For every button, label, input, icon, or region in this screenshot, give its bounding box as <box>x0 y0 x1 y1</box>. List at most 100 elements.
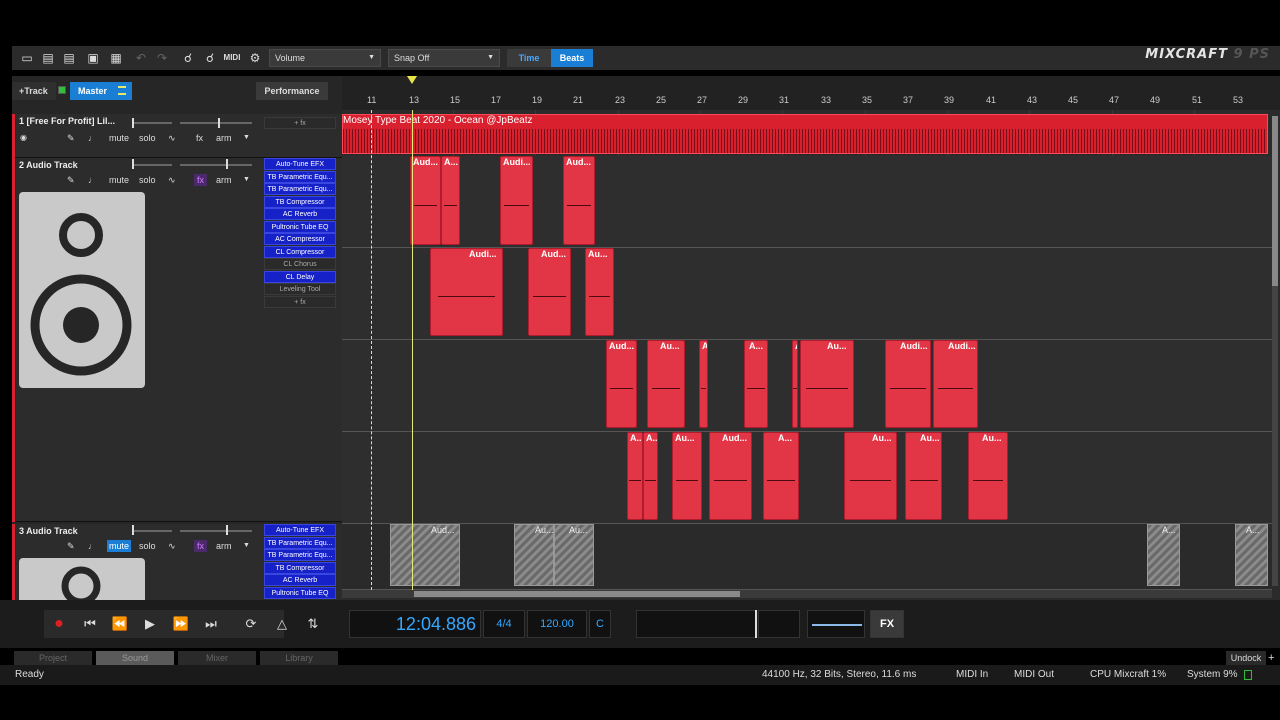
master-menu-icon[interactable] <box>118 86 126 95</box>
track-1-volume-slider[interactable] <box>132 122 172 124</box>
audio-clip[interactable]: Au... <box>672 432 702 520</box>
settings-gear-icon[interactable]: ⚙ <box>246 49 264 67</box>
track-3-name[interactable]: 3 Audio Track <box>19 526 78 536</box>
master-fx-button[interactable]: FX <box>870 610 904 638</box>
audio-clip[interactable]: Au... <box>844 432 897 520</box>
audio-clip[interactable]: Au... <box>905 432 942 520</box>
audio-clip[interactable]: Au... <box>800 340 854 428</box>
midi-out-indicator[interactable]: MIDI Out <box>1014 669 1054 680</box>
record-icon[interactable]: ● <box>48 613 70 635</box>
track-1-name[interactable]: 1 [Free For Profit] Lil... <box>19 116 115 126</box>
open-folder-icon[interactable]: ▤ <box>39 49 57 67</box>
loop-icon[interactable]: ⟳ <box>240 613 262 635</box>
playhead-marker-icon[interactable] <box>407 76 417 84</box>
pencil-icon[interactable]: ✎ <box>67 174 75 186</box>
add-panel-icon[interactable]: + <box>1268 651 1278 665</box>
fx-slot[interactable]: TB Parametric Equ... <box>264 183 336 195</box>
pencil-icon[interactable]: ✎ <box>67 132 75 144</box>
audio-clip[interactable]: A <box>699 340 708 428</box>
fx-slot[interactable]: CL Chorus <box>264 258 336 270</box>
speaker-icon[interactable]: ♩ <box>88 174 97 186</box>
fx-slot[interactable]: TB Parametric Equ... <box>264 536 336 549</box>
audio-clip[interactable]: A... <box>763 432 799 520</box>
track-2-mute-button[interactable]: mute <box>109 174 129 186</box>
timeline-ruler[interactable]: 11 13 15 17 19 21 23 25 27 29 31 33 35 3… <box>342 76 1280 110</box>
fx-slot[interactable]: AC Compressor <box>264 233 336 245</box>
horizontal-scrollbar[interactable] <box>342 590 1272 598</box>
track-2-add-fx[interactable]: + fx <box>264 295 336 308</box>
tab-library[interactable]: Library <box>260 651 338 665</box>
midi-icon[interactable]: MIDI <box>223 49 241 67</box>
track-1-header[interactable]: 1 [Free For Profit] Lil... ◉ ✎ ♩ mute so… <box>12 114 342 158</box>
audio-clip[interactable]: A... <box>627 432 643 520</box>
track-2-lane-4[interactable] <box>342 432 1272 524</box>
audio-clip[interactable]: A... <box>744 340 768 428</box>
master-volume-slider[interactable] <box>807 610 865 638</box>
track-2-volume-knob[interactable] <box>132 159 134 169</box>
time-display[interactable]: 12:04.886 <box>349 610 481 638</box>
audio-clip[interactable]: Aud... <box>563 156 595 245</box>
open-recent-icon[interactable]: ▤ <box>60 49 78 67</box>
automation-icon[interactable]: ∿ <box>168 132 176 144</box>
track-1-mute-button[interactable]: mute <box>109 132 129 144</box>
audio-clip[interactable]: A <box>792 340 798 428</box>
fx-slot[interactable]: TB Compressor <box>264 561 336 574</box>
fast-forward-icon[interactable]: ⏩ <box>170 613 192 635</box>
rewind-icon[interactable]: ⏪ <box>109 613 131 635</box>
track-1-fx-button[interactable]: fx <box>196 132 203 144</box>
audio-clip[interactable]: Audi... <box>500 156 533 245</box>
audio-clip[interactable]: A... <box>441 156 460 245</box>
track-2-fx-button[interactable]: fx <box>194 174 208 186</box>
track-2-name[interactable]: 2 Audio Track <box>19 160 78 170</box>
fx-slot[interactable]: TB Compressor <box>264 195 336 208</box>
snap-dropdown[interactable]: Snap Off ▼ <box>388 49 500 67</box>
track-2-header[interactable]: 2 Audio Track ✎ ♩ mute solo ∿ fx arm ▼ A… <box>12 158 342 522</box>
zoom-in-icon[interactable]: ☌ <box>179 49 197 67</box>
track-3-header[interactable]: 3 Audio Track ✎ ♩ mute solo ∿ fx arm ▼ A… <box>12 524 342 606</box>
lock-icon[interactable]: ◉ <box>20 132 27 144</box>
performance-button[interactable]: Performance <box>256 82 328 100</box>
play-icon[interactable]: ▶ <box>139 613 161 635</box>
snapshot-icon[interactable]: ▦ <box>107 49 125 67</box>
horizontal-scrollbar-thumb[interactable] <box>414 591 740 597</box>
audio-clip[interactable]: Audi... <box>885 340 931 428</box>
fx-slot[interactable]: Auto-Tune EFX <box>264 524 336 536</box>
tab-mixer[interactable]: Mixer <box>178 651 256 665</box>
track-3-fx-button[interactable]: fx <box>194 540 208 552</box>
audio-clip[interactable]: Au... <box>647 340 685 428</box>
undock-button[interactable]: Undock <box>1226 651 1266 665</box>
audio-clip[interactable]: Audi... <box>933 340 978 428</box>
audio-clip[interactable]: Audi... <box>430 248 503 336</box>
audio-clip[interactable]: Aud... <box>709 432 752 520</box>
undo-icon[interactable]: ↶ <box>132 49 150 67</box>
track-3-volume-slider[interactable] <box>132 530 172 532</box>
new-file-icon[interactable]: ▭ <box>18 49 36 67</box>
track-2-solo-button[interactable]: solo <box>139 174 156 186</box>
track-2-volume-slider[interactable] <box>132 164 172 166</box>
fx-slot[interactable]: AC Reverb <box>264 208 336 220</box>
add-track-button[interactable]: +Track <box>12 82 56 100</box>
audio-clip[interactable]: Au... <box>585 248 614 336</box>
track-3-pan-knob[interactable] <box>226 525 228 535</box>
fx-slot[interactable]: CL Delay <box>264 270 336 283</box>
fx-slot[interactable]: Leveling Tool <box>264 283 336 295</box>
go-to-start-icon[interactable]: ⏮ <box>79 613 101 635</box>
pencil-icon[interactable]: ✎ <box>67 540 75 552</box>
track-1-add-fx[interactable]: + fx <box>264 117 336 129</box>
audio-clip[interactable]: A... <box>643 432 658 520</box>
redo-icon[interactable]: ↷ <box>153 49 171 67</box>
tempo-display[interactable]: 120.00 <box>527 610 587 638</box>
fx-slot[interactable]: Pultronic Tube EQ <box>264 220 336 233</box>
tab-sound[interactable]: Sound <box>96 651 174 665</box>
fx-slot[interactable]: TB Parametric Equ... <box>264 549 336 561</box>
go-to-end-icon[interactable]: ⏭ <box>200 613 222 635</box>
fx-slot[interactable]: AC Reverb <box>264 574 336 586</box>
track-3-pan-slider[interactable] <box>180 530 252 532</box>
muted-audio-clip[interactable]: Aud... <box>390 524 460 586</box>
fx-slot[interactable]: Pultronic Tube EQ <box>264 586 336 599</box>
save-icon[interactable]: ▣ <box>84 49 102 67</box>
automation-icon[interactable]: ∿ <box>168 540 176 552</box>
audio-clip[interactable]: Aud... <box>606 340 637 428</box>
audio-clip[interactable]: Au... <box>968 432 1008 520</box>
muted-audio-clip[interactable]: A... <box>1235 524 1268 586</box>
